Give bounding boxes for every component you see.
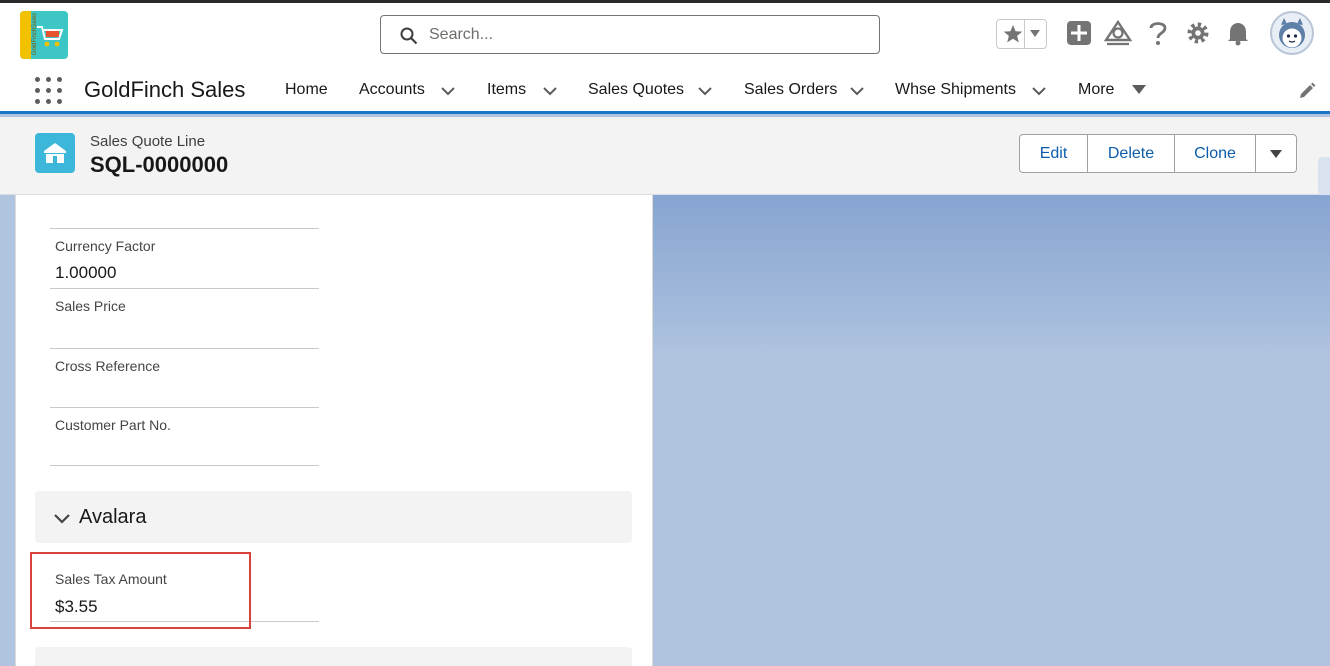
chevron-down-icon	[54, 514, 70, 524]
edit-nav-pencil-icon[interactable]	[1298, 82, 1316, 100]
notifications-bell-icon[interactable]	[1225, 20, 1251, 46]
global-actions-icon[interactable]	[1066, 20, 1092, 46]
user-avatar[interactable]	[1270, 11, 1314, 55]
nav-item-sales-orders[interactable]: Sales Orders	[744, 81, 837, 99]
field-row-partial	[50, 200, 319, 229]
nav-item-accounts[interactable]: Accounts	[359, 81, 425, 99]
app-logo[interactable]: GoldFinchSales	[20, 11, 68, 59]
global-header: GoldFinchSales Search...	[0, 3, 1330, 65]
record-highlights-panel: Sales Quote Line SQL-0000000 Edit Delete…	[0, 117, 1330, 195]
nav-item-home[interactable]: Home	[285, 81, 328, 99]
section-title: Avalara	[79, 506, 147, 528]
items-chevron-down-icon[interactable]	[542, 86, 558, 96]
field-value: 1.00000	[55, 263, 117, 282]
page-background-texture	[653, 195, 1330, 355]
search-icon	[400, 27, 418, 45]
record-name: SQL-0000000	[90, 152, 229, 177]
more-caret-down-icon[interactable]	[1131, 84, 1147, 96]
field-label: Customer Part No.	[55, 417, 171, 433]
highlight-annotation	[30, 552, 251, 629]
whse-shipments-chevron-down-icon[interactable]	[1031, 86, 1047, 96]
accounts-chevron-down-icon[interactable]	[440, 86, 456, 96]
section-header-avalara[interactable]: Avalara	[35, 491, 632, 543]
astro-avatar-icon	[1279, 18, 1305, 48]
trailhead-icon[interactable]	[1104, 20, 1132, 46]
record-action-buttons: Edit Delete Clone	[1019, 134, 1297, 173]
help-icon[interactable]	[1147, 20, 1169, 46]
favorites-group	[996, 19, 1047, 49]
app-launcher-icon[interactable]	[35, 77, 63, 105]
field-sales-price: Sales Price	[50, 289, 319, 349]
more-actions-caret-icon	[1270, 150, 1282, 158]
edit-button[interactable]: Edit	[1020, 135, 1088, 172]
settings-gear-icon[interactable]	[1185, 20, 1211, 46]
favorites-menu-icon[interactable]	[1029, 29, 1041, 39]
field-label: Sales Price	[55, 298, 126, 314]
nav-item-items[interactable]: Items	[487, 81, 526, 99]
app-nav-bar: GoldFinch Sales Home Accounts Items Sale…	[0, 65, 1330, 114]
nav-item-sales-quotes[interactable]: Sales Quotes	[588, 81, 684, 99]
sales-quote-line-icon	[44, 143, 66, 163]
clone-button[interactable]: Clone	[1175, 135, 1256, 172]
nav-item-whse-shipments[interactable]: Whse Shipments	[895, 81, 1016, 99]
field-cross-reference: Cross Reference	[50, 349, 319, 408]
record-type-icon	[35, 133, 75, 173]
nav-item-more[interactable]: More	[1078, 81, 1114, 99]
field-label: Cross Reference	[55, 358, 161, 374]
favorite-star-icon[interactable]	[1002, 23, 1024, 45]
search-placeholder: Search...	[429, 26, 494, 43]
cart-icon	[37, 26, 64, 47]
favorites-divider	[1024, 20, 1025, 48]
global-search-input[interactable]: Search...	[380, 15, 880, 54]
app-name: GoldFinch Sales	[84, 77, 246, 102]
next-section-header[interactable]	[35, 647, 632, 666]
field-customer-part-no: Customer Part No.	[50, 408, 319, 466]
more-actions-button[interactable]	[1256, 135, 1296, 172]
sales-orders-chevron-down-icon[interactable]	[849, 86, 865, 96]
record-object-type: Sales Quote Line	[90, 133, 206, 150]
delete-button[interactable]: Delete	[1088, 135, 1175, 172]
side-panel-tab[interactable]	[1318, 157, 1330, 195]
field-label: Currency Factor	[55, 238, 156, 254]
field-currency-factor: Currency Factor 1.00000	[50, 229, 319, 289]
sales-quotes-chevron-down-icon[interactable]	[697, 86, 713, 96]
logo-strip: GoldFinchSales	[20, 11, 38, 59]
